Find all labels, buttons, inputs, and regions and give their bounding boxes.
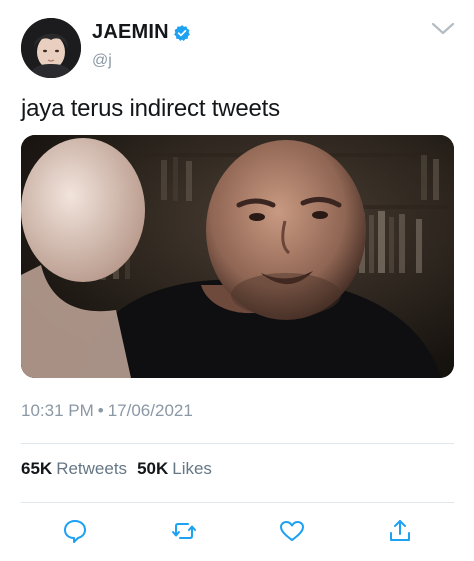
meta-separator: • [97,401,104,420]
tweet-photo [21,135,454,378]
tweet-media[interactable] [21,135,454,378]
retweets-stat[interactable]: 65K Retweets [21,459,127,479]
likes-count: 50K [137,459,169,478]
chevron-down-icon[interactable] [428,17,458,39]
likes-stat[interactable]: 50K Likes [137,459,212,479]
verified-badge-icon [173,24,190,41]
tweet-timestamp[interactable]: 10:31 PM • 17/06/2021 [21,401,193,421]
divider [21,443,454,444]
share-icon[interactable] [386,517,414,545]
like-icon[interactable] [278,517,306,545]
avatar[interactable] [21,18,81,78]
tweet-time: 10:31 PM [21,401,94,420]
divider [21,502,454,503]
retweet-icon[interactable] [170,517,198,545]
author-name[interactable]: JAEMIN [92,21,169,44]
tweet-text: jaya terus indirect tweets [21,95,280,122]
likes-label: Likes [172,459,212,478]
retweets-label: Retweets [56,459,128,478]
author-handle[interactable]: @j [92,52,112,70]
author-name-row[interactable]: JAEMIN [92,21,191,44]
action-bar [0,515,474,551]
tweet-stats: 65K Retweets 50K Likes [21,459,222,479]
avatar-image [21,18,81,78]
tweet-date: 17/06/2021 [107,401,193,420]
reply-icon[interactable] [61,517,89,545]
retweets-count: 65K [21,459,53,478]
